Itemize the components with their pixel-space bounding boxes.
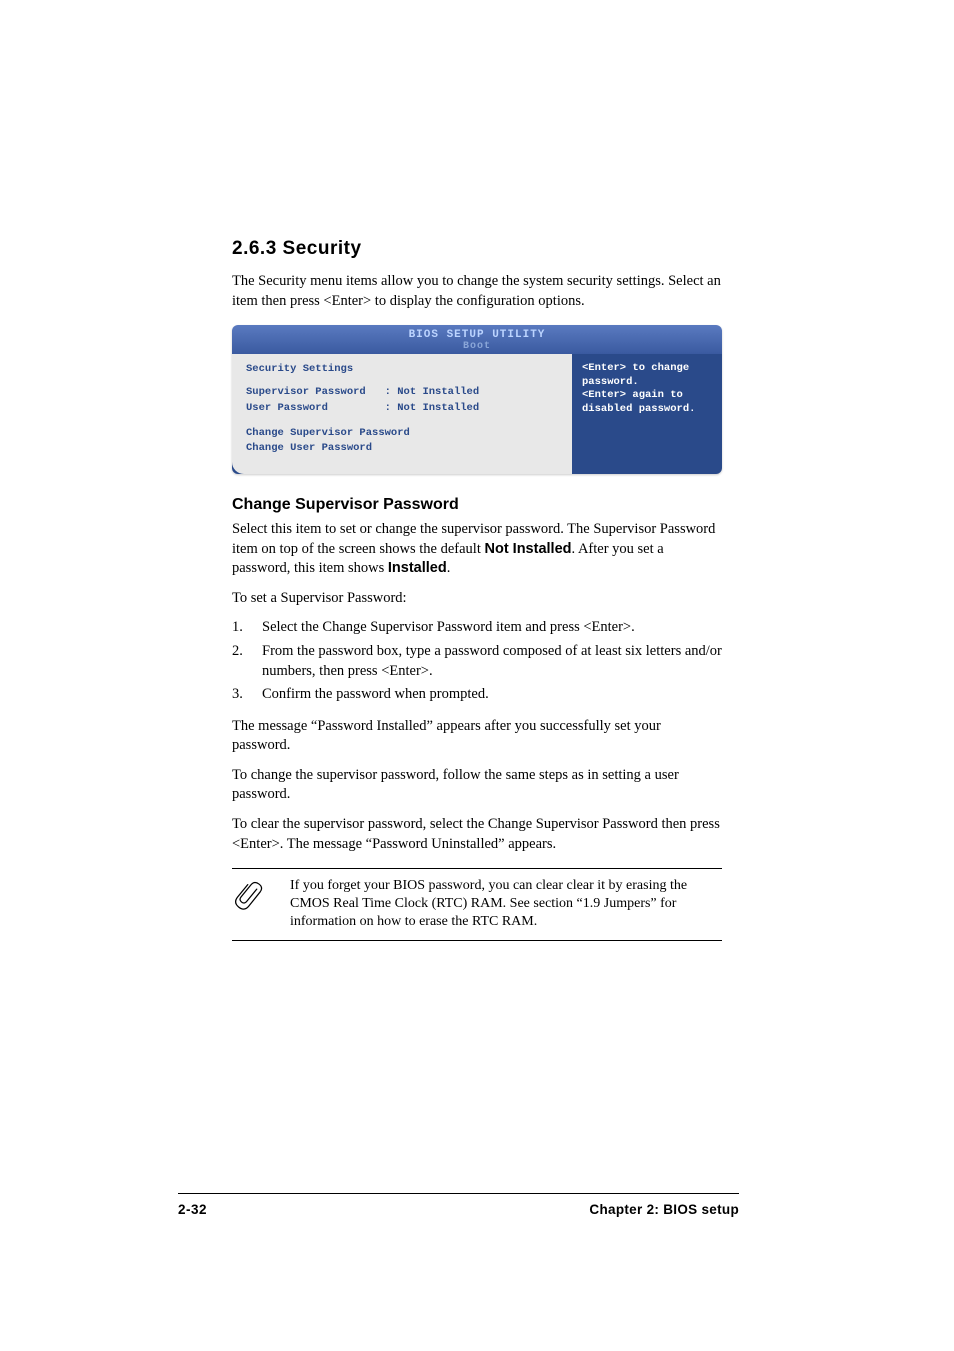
change-supervisor-heading: Change Supervisor Password (232, 496, 722, 514)
bios-left-pane: Security Settings Supervisor Password : … (232, 354, 572, 474)
bios-change-user-item: Change User Password (246, 441, 558, 456)
steps-list: 1.Select the Change Supervisor Password … (232, 618, 722, 704)
paragraph-4: To change the supervisor password, follo… (232, 766, 722, 805)
note-icon (232, 877, 272, 920)
bios-security-settings-title: Security Settings (246, 362, 558, 377)
paragraph-5: To clear the supervisor password, select… (232, 815, 722, 854)
bios-header-title: BIOS SETUP UTILITY (232, 329, 722, 341)
paragraph-1: Select this item to set or change the su… (232, 520, 722, 579)
not-installed-bold: Not Installed (484, 541, 571, 557)
page-number: 2-32 (178, 1202, 207, 1217)
bios-header-sub: Boot (232, 341, 722, 352)
list-item: 2.From the password box, type a password… (232, 642, 722, 681)
bios-screenshot: BIOS SETUP UTILITY Boot Security Setting… (232, 325, 722, 474)
paperclip-icon (232, 879, 268, 915)
page-footer: 2-32 Chapter 2: BIOS setup (178, 1193, 739, 1217)
paragraph-2: To set a Supervisor Password: (232, 589, 722, 609)
section-heading: 2.6.3 Security (232, 238, 722, 260)
bios-help-pane: <Enter> to change password. <Enter> agai… (572, 354, 722, 474)
note-text: If you forget your BIOS password, you ca… (290, 877, 722, 932)
installed-bold: Installed (388, 560, 447, 576)
bios-change-supervisor-item: Change Supervisor Password (246, 426, 558, 441)
bios-supervisor-password-row: Supervisor Password : Not Installed (246, 385, 558, 400)
intro-paragraph: The Security menu items allow you to cha… (232, 272, 722, 311)
bios-header: BIOS SETUP UTILITY Boot (232, 325, 722, 354)
list-item: 3.Confirm the password when prompted. (232, 685, 722, 705)
list-item: 1.Select the Change Supervisor Password … (232, 618, 722, 638)
chapter-label: Chapter 2: BIOS setup (589, 1202, 739, 1217)
bios-user-password-row: User Password : Not Installed (246, 401, 558, 416)
paragraph-3: The message “Password Installed” appears… (232, 717, 722, 756)
note-box: If you forget your BIOS password, you ca… (232, 868, 722, 941)
bios-help-text: <Enter> to change password. <Enter> agai… (582, 362, 712, 417)
